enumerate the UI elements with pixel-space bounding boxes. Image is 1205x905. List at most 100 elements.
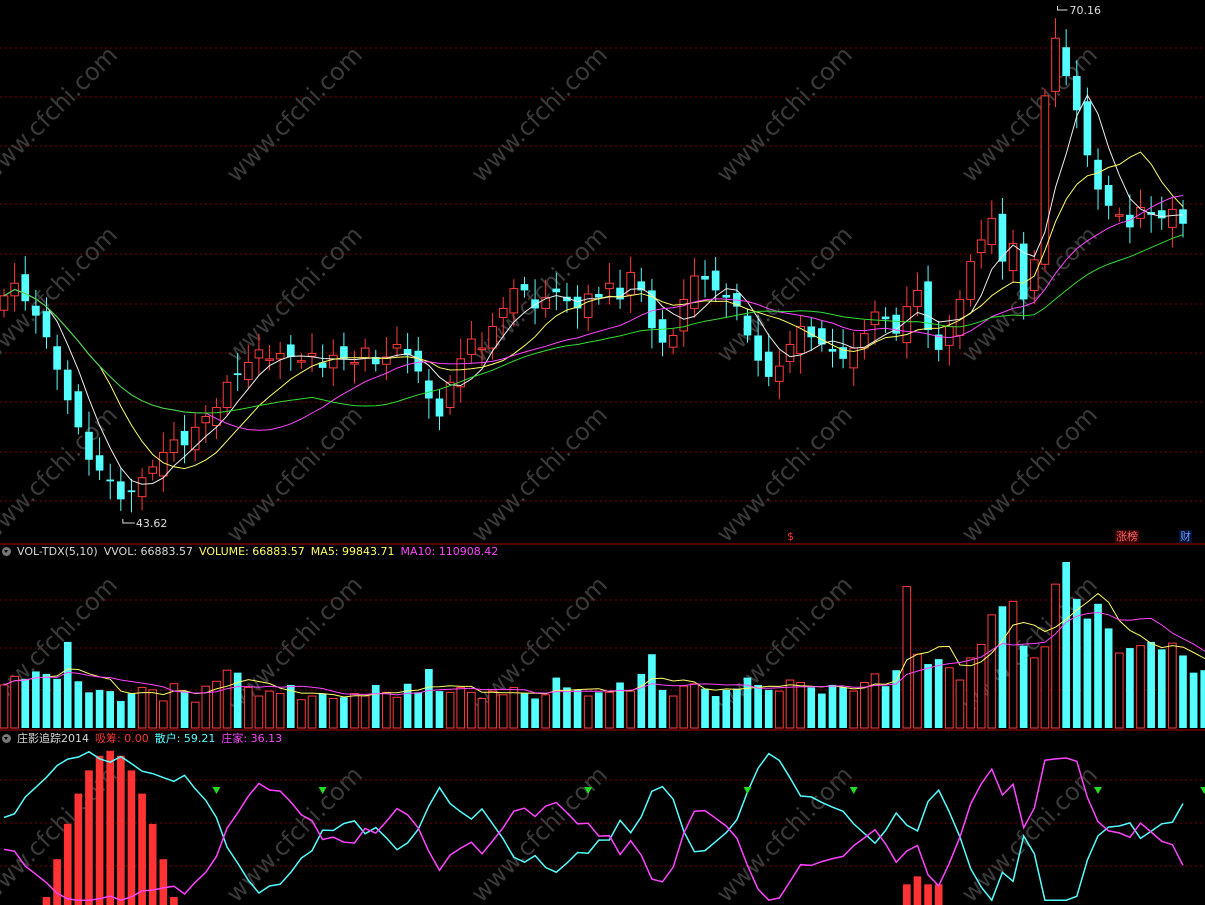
volume-bar-up [137,686,147,729]
volume-bar-down [520,693,529,728]
candle-body-down [520,284,529,291]
volume-bar-down [21,678,30,728]
candle-body-up [987,217,997,245]
candle-body-up [1051,37,1060,92]
volume-bar-up [350,693,359,729]
xichou-bar [148,823,157,905]
candle-body-up [605,282,614,290]
volume-bar-up [392,696,402,729]
candle-body-down [32,305,40,316]
volume-bar-down [1147,641,1155,728]
high-price-label: 70.16 [1070,4,1102,17]
volume-bar-down [435,691,444,728]
volume-bar-up [690,683,699,729]
volume-bar-down [1157,649,1166,728]
collapse-icon[interactable] [2,547,11,556]
event-marker-dollar[interactable]: $ [786,530,795,543]
candle-body-up [488,325,497,349]
watermark-text: www.cfchi.com [711,401,858,548]
volume-value: VOLUME: 66883.57 [199,545,305,558]
xichou-bar [53,859,61,905]
volume-bar-up [913,653,922,729]
watermark-text: www.cfchi.com [956,41,1103,188]
signal-arrow-icon [1200,787,1205,794]
low-price-label: 43.62 [136,517,168,530]
watermark-text: www.cfchi.com [711,41,858,188]
candle-body-down [818,328,826,345]
candle-body-down [74,391,83,428]
volume-bar-up [509,686,519,729]
candle-body-up [509,288,519,314]
candle-body-up [212,407,221,427]
volume-bar-down [414,692,423,728]
high-pointer [1057,6,1068,11]
candle-body-down [425,380,433,399]
volume-bar-down [764,689,773,728]
volume-bar-up [148,689,158,729]
volume-bar-down [127,693,136,728]
candle-body-up [201,416,211,424]
volume-bar-down [63,641,72,728]
candle-body-up [785,343,795,363]
volume-bar-down [233,672,242,728]
volume-bar-down [85,692,93,728]
volume-bar-up [541,694,551,729]
candle-body-down [1083,101,1092,156]
candle-body-down [286,344,295,358]
volume-bar-up [382,691,391,729]
xichou-bar [170,897,178,905]
candle-body-down [42,311,51,338]
event-marker-cai[interactable]: 财 [1179,530,1192,543]
candle-body-up [392,343,402,349]
volume-bar-down [722,689,731,728]
candle-body-up [583,293,593,318]
zhuangjia-value: 庄家: 36.13 [221,732,283,745]
candle-body-up [169,439,179,454]
candle-body-up [297,360,306,363]
watermark-text: www.cfchi.com [466,41,613,188]
candle-body-down [1179,209,1187,224]
volume-bar-down [1200,670,1205,728]
volume-bar-up [456,686,466,729]
volume-bar-down [701,688,709,728]
volume-bar-down [807,687,816,728]
candle-body-up [668,334,678,348]
volume-bar-up [583,695,593,729]
volume-bar-down [95,689,104,728]
candle-body-down [754,335,762,361]
candle-body-down [1062,47,1070,77]
watermark-text: www.cfchi.com [956,401,1103,548]
ma10-value: MA10: 110908.42 [400,545,499,558]
volume-bar-down [1094,603,1102,728]
xichou-bar [934,884,943,905]
candle-body-down [998,213,1007,262]
xichou-bar [117,755,125,905]
volume-bar-down [711,696,720,728]
volume-bar-down [74,681,83,728]
collapse-icon[interactable] [2,734,11,743]
volume-bar-down [924,664,932,728]
volume-bar-down [106,691,115,728]
signal-arrow-icon [1094,787,1103,794]
candle-body-up [350,361,359,365]
volume-bar-down [616,682,624,728]
volume-bar-up [849,690,859,729]
volume-bar-down [754,684,762,728]
candle-body-down [552,288,561,293]
volume-bar-up [498,694,508,729]
signal-arrow-icon [849,787,858,794]
volume-bar-down [1062,562,1070,728]
volume-bar-up [445,691,455,729]
event-marker-zhangbang[interactable]: 涨榜 [1115,530,1139,543]
volume-bar-up [966,657,975,729]
volume-bar-down [318,693,327,728]
volume-bar-up [275,693,285,729]
volume-bar-up [902,586,912,729]
watermark-text: www.cfchi.com [466,761,613,905]
xichou-bar [106,750,115,905]
xichou-bar [159,859,168,905]
xichou-bar [924,884,932,905]
xichou-bar [74,793,83,905]
candle-body-down [53,346,61,370]
candle-body-up [913,289,922,308]
